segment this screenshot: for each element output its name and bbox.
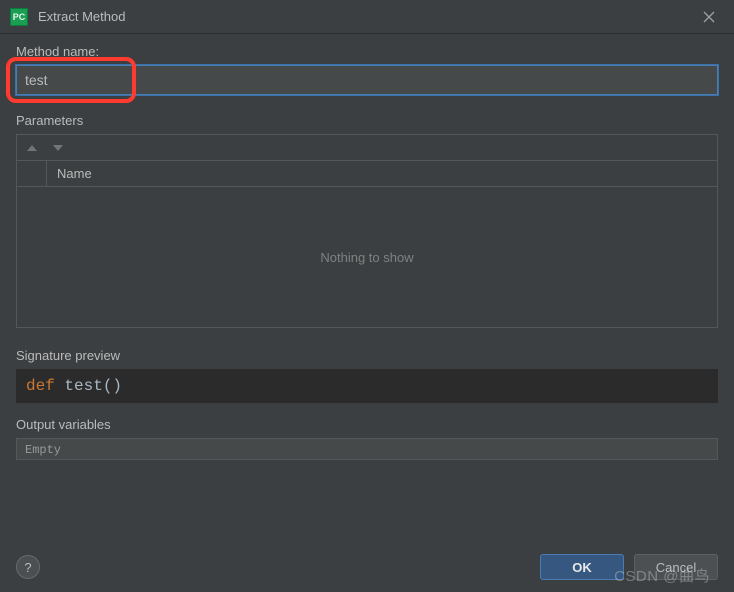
titlebar: PC Extract Method: [0, 0, 734, 34]
parameters-empty-state: Nothing to show: [17, 187, 717, 327]
row-handle-column: [17, 161, 47, 186]
method-name-input[interactable]: [16, 65, 718, 95]
output-variables-label: Output variables: [16, 417, 718, 432]
move-down-icon[interactable]: [51, 141, 65, 155]
signature-preview: def test(): [16, 369, 718, 403]
cancel-button[interactable]: Cancel: [634, 554, 718, 580]
name-column-header: Name: [47, 166, 92, 181]
parameters-label: Parameters: [16, 113, 718, 128]
signature-keyword: def: [26, 377, 64, 395]
signature-body: test(): [64, 377, 122, 395]
close-icon[interactable]: [694, 2, 724, 32]
parameters-header: Name: [17, 161, 717, 187]
ok-button[interactable]: OK: [540, 554, 624, 580]
method-name-label: Method name:: [16, 44, 718, 59]
help-button[interactable]: ?: [16, 555, 40, 579]
app-icon: PC: [10, 8, 28, 26]
parameters-toolbar: [17, 135, 717, 161]
parameters-panel: Name Nothing to show: [16, 134, 718, 328]
signature-preview-label: Signature preview: [16, 348, 718, 363]
move-up-icon[interactable]: [25, 141, 39, 155]
dialog-title: Extract Method: [38, 9, 694, 24]
dialog-button-row: ? OK Cancel: [16, 554, 718, 580]
output-variables-box: Empty: [16, 438, 718, 460]
